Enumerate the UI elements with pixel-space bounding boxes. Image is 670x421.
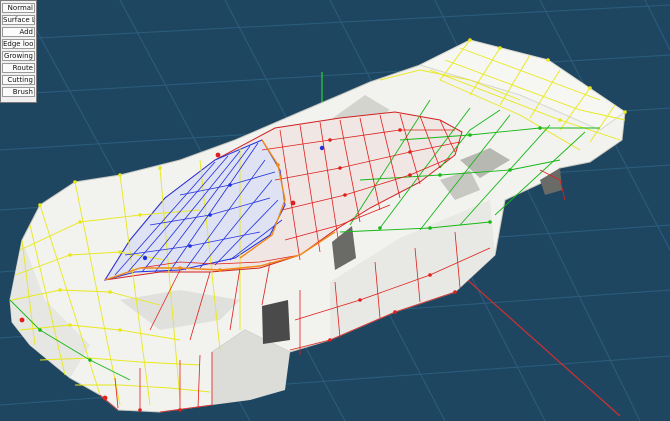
side-intake	[262, 300, 290, 344]
mode-add-button[interactable]: Add	[2, 27, 35, 37]
mode-surface-level-button[interactable]: Surface Level	[2, 15, 35, 25]
mode-growing-button[interactable]: Growing	[2, 51, 35, 61]
mode-normal-button[interactable]: Normal	[2, 3, 35, 13]
mode-brush-button[interactable]: Brush	[2, 87, 35, 97]
mode-cutting-button[interactable]: Cutting	[2, 75, 35, 85]
edit-mode-menu: Normal Surface Level Add Edge loop Growi…	[0, 0, 37, 103]
mode-edge-loop-button[interactable]: Edge loop	[2, 39, 35, 49]
3d-viewport[interactable]	[0, 0, 670, 421]
viewport-canvas[interactable]	[0, 0, 670, 421]
mode-route-button[interactable]: Route	[2, 63, 35, 73]
